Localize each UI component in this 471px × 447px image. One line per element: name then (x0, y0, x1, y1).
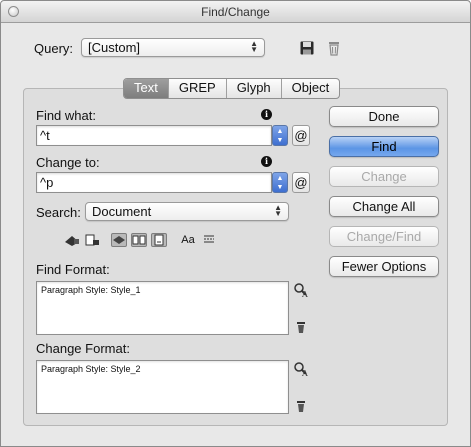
query-select[interactable]: [Custom] ▲ ▼ (81, 38, 265, 57)
find-special-characters-button[interactable]: @ (292, 125, 310, 146)
chevron-updown-icon: ▲ ▼ (250, 39, 258, 54)
query-value: [Custom] (88, 40, 141, 55)
include-locked-layers-icon[interactable] (64, 233, 80, 247)
tab-text[interactable]: Text (124, 79, 168, 98)
specify-find-format-icon[interactable]: A (293, 282, 309, 298)
mode-tabs: Text GREP Glyph Object (123, 78, 341, 99)
svg-text:A: A (301, 290, 308, 298)
case-sensitive-icon[interactable]: Aa (180, 233, 196, 247)
title-bar: Find/Change (1, 1, 470, 23)
tab-glyph[interactable]: Glyph (225, 79, 281, 98)
change-history-stepper[interactable]: ▲ ▼ (272, 172, 288, 193)
search-label: Search: (36, 205, 81, 220)
include-master-pages-icon[interactable] (131, 233, 147, 247)
specify-change-format-icon[interactable]: A (293, 361, 309, 377)
change-all-button[interactable]: Change All (329, 196, 439, 217)
change-format-box[interactable]: Paragraph Style: Style_2 (36, 360, 289, 414)
change-button[interactable]: Change (329, 166, 439, 187)
fewer-options-button[interactable]: Fewer Options (329, 256, 439, 277)
find-history-stepper[interactable]: ▲ ▼ (272, 125, 288, 146)
search-scope-value: Document (92, 204, 152, 219)
find-button[interactable]: Find (329, 136, 439, 157)
find-what-input[interactable]: ^t (36, 125, 272, 146)
change-format-label: Change Format: (36, 341, 130, 356)
change-to-label: Change to: (36, 155, 100, 170)
svg-text:A: A (301, 369, 308, 377)
chevron-updown-icon: ▲ ▼ (274, 203, 282, 218)
save-query-icon[interactable] (299, 40, 315, 56)
window-title: Find/Change (201, 5, 270, 19)
include-locked-stories-icon[interactable] (84, 233, 100, 247)
clear-find-format-icon[interactable] (293, 319, 309, 335)
change-special-characters-button[interactable]: @ (292, 172, 310, 193)
delete-query-icon[interactable] (326, 40, 342, 56)
find-format-label: Find Format: (36, 262, 110, 277)
done-button[interactable]: Done (329, 106, 439, 127)
change-find-button[interactable]: Change/Find (329, 226, 439, 247)
query-label: Query: (34, 41, 74, 56)
search-scope-select[interactable]: Document ▲ ▼ (85, 202, 289, 221)
find-format-box[interactable]: Paragraph Style: Style_1 (36, 281, 289, 335)
whole-word-icon[interactable] (201, 233, 217, 247)
tab-object[interactable]: Object (280, 79, 340, 98)
change-to-input[interactable]: ^p (36, 172, 272, 193)
clear-change-format-icon[interactable] (293, 398, 309, 414)
find-what-label: Find what: (36, 108, 96, 123)
include-hidden-layers-icon[interactable] (111, 233, 127, 247)
find-change-window: Find/Change Query: [Custom] ▲ ▼ Text GREP… (0, 0, 471, 447)
tab-grep[interactable]: GREP (167, 79, 226, 98)
find-info-icon[interactable]: i (261, 109, 272, 120)
include-footnotes-icon[interactable] (151, 233, 167, 247)
change-info-icon[interactable]: i (261, 156, 272, 167)
